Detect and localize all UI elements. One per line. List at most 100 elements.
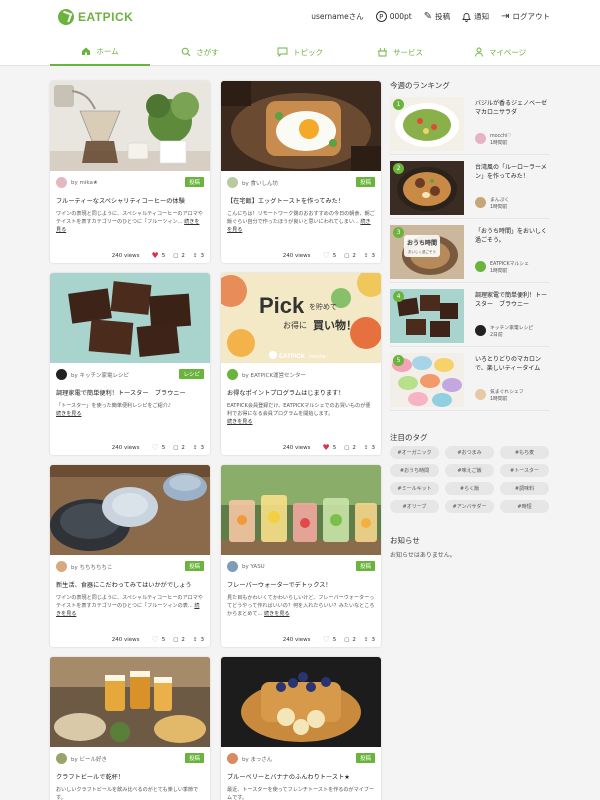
read-more-link[interactable]: 続きを見る bbox=[264, 611, 289, 617]
post-card[interactable]: by ちちちちちこ 投稿 新生活、食器にこだわってみてはいかがでしょう ワインの… bbox=[50, 465, 210, 647]
share-button[interactable]: ⇪ 3 bbox=[364, 445, 375, 451]
share-button[interactable]: ⇪ 3 bbox=[364, 637, 375, 643]
ranking-title: いろとりどりのマカロンで、楽しいティータイム bbox=[475, 356, 542, 372]
card-author[interactable]: by YASU bbox=[227, 561, 265, 572]
heart-icon: ♥ bbox=[322, 443, 330, 452]
card-author[interactable]: by キッチン家電レシピ bbox=[56, 369, 129, 380]
tag-chip[interactable]: #おつまみ bbox=[445, 446, 494, 459]
author-name: by EATPICK運営センター bbox=[242, 372, 307, 379]
post-card[interactable]: by mika★ 投稿 フルーティーなスペシャリティコーヒーの体験 ワインの表現… bbox=[50, 81, 210, 263]
promo-brand: EATPICK bbox=[279, 354, 306, 360]
post-card[interactable]: Pick を貯めて お得に 買い物！ EATPICK marche by EAT… bbox=[221, 273, 381, 455]
ranking-item[interactable]: 4 調理家電で簡単便利！トースター ブラウニー キッチン家電レシピ 2日前 bbox=[390, 287, 550, 347]
username[interactable]: usernameさん bbox=[311, 11, 364, 22]
read-more-link[interactable]: 続きを見る bbox=[227, 419, 252, 425]
avatar bbox=[56, 561, 67, 572]
tab-service[interactable]: サービス bbox=[350, 38, 450, 66]
share-button[interactable]: ⇪ 3 bbox=[364, 253, 375, 259]
category-badge: 投稿 bbox=[355, 561, 375, 571]
card-author[interactable]: by まっさん bbox=[227, 753, 272, 764]
like-button[interactable]: ♡ 5 bbox=[323, 635, 337, 644]
comment-button[interactable]: ▢ 2 bbox=[173, 445, 185, 451]
like-button[interactable]: ♡ 5 bbox=[323, 251, 337, 260]
tab-home[interactable]: ホーム bbox=[50, 38, 150, 66]
tag-chip[interactable]: #オーガニック bbox=[390, 446, 439, 459]
tag-chip[interactable]: #アンバサダー bbox=[445, 500, 494, 513]
card-title: 新生活、食器にこだわってみてはいかがでしょう bbox=[56, 582, 192, 589]
card-author[interactable]: by ビール好き bbox=[56, 753, 107, 764]
author-name: by YASU bbox=[242, 563, 265, 570]
card-author[interactable]: by mika★ bbox=[56, 177, 98, 188]
post-card[interactable]: by ビール好き 投稿 クラフトビールで乾杯！ おいしいクラフトビールを飲み比べ… bbox=[50, 657, 210, 800]
promo-line2b: 買い物！ bbox=[313, 318, 357, 332]
card-title: クラフトビールで乾杯！ bbox=[56, 774, 125, 781]
tag-chip[interactable]: #ミールキット bbox=[390, 482, 439, 495]
notification-button[interactable]: 通知 bbox=[462, 11, 489, 22]
tag-chip[interactable]: #トースター bbox=[500, 464, 549, 477]
card-stats: 240 views ♥ 5 ▢ 2 ⇪ 3 bbox=[112, 251, 204, 260]
share-icon: ⇪ bbox=[363, 252, 369, 259]
tag-chip[interactable]: #おうち時間 bbox=[390, 464, 439, 477]
share-button[interactable]: ⇪ 3 bbox=[193, 637, 204, 643]
post-card[interactable]: by まっさん 投稿 ブルーベリーとバナナのふんわりトースト★ 最近、トースター… bbox=[221, 657, 381, 800]
share-count: 3 bbox=[371, 252, 376, 259]
comment-button[interactable]: ▢ 2 bbox=[344, 637, 356, 643]
excerpt-text: ワインの表現と同じように、スペシャルティコーヒーのアロマやテイストを表すカテゴリ… bbox=[56, 211, 203, 225]
read-more-link[interactable]: 続きを見る bbox=[56, 411, 81, 417]
comment-button[interactable]: ▢ 2 bbox=[173, 637, 185, 643]
avatar bbox=[475, 325, 486, 336]
rank-number: 2 bbox=[393, 163, 404, 174]
share-button[interactable]: ⇪ 3 bbox=[193, 253, 204, 259]
comment-icon: ▢ bbox=[173, 444, 179, 451]
ranking-author: EATPICKマルシェ 1時間前 bbox=[475, 261, 529, 275]
post-card[interactable]: by キッチン家電レシピ レシピ 調理家電で簡単便利！トースター ブラウニー 「… bbox=[50, 273, 210, 455]
tag-chip[interactable]: #もち麦 bbox=[500, 446, 549, 459]
ranking-author: 気まぐれシェフ 1時間前 bbox=[475, 389, 524, 403]
card-author[interactable]: by 食いしん坊 bbox=[227, 177, 278, 188]
ranking-item[interactable]: おうち時間 おいしく過ごそう 3 「おうち時間」をおいしく過ごそう。 EATPI… bbox=[390, 223, 550, 283]
comment-button[interactable]: ▢ 2 bbox=[344, 445, 356, 451]
tag-chip[interactable]: #味えご飯 bbox=[445, 464, 494, 477]
card-author[interactable]: by EATPICK運営センター bbox=[227, 369, 306, 380]
ranking-item[interactable]: 5 いろとりどりのマカロンで、楽しいティータイム 気まぐれシェフ 1時間前 bbox=[390, 351, 550, 411]
category-badge: 投稿 bbox=[355, 753, 375, 763]
share-button[interactable]: ⇪ 3 bbox=[193, 445, 204, 451]
category-badge: 投稿 bbox=[184, 753, 204, 763]
share-count: 3 bbox=[200, 252, 205, 259]
tag-chip[interactable]: #時短 bbox=[500, 500, 549, 513]
comment-button[interactable]: ▢ 2 bbox=[344, 253, 356, 259]
tab-search[interactable]: さがす bbox=[150, 38, 250, 66]
ranking-item[interactable]: 1 バジルが香るジェノベーゼマカロニサラダ mocchi♡ 1時間前 bbox=[390, 95, 550, 155]
author-name: by キッチン家電レシピ bbox=[71, 372, 129, 379]
comment-button[interactable]: ▢ 2 bbox=[173, 253, 185, 259]
like-button[interactable]: ♡ 5 bbox=[152, 635, 166, 644]
comment-icon: ▢ bbox=[173, 636, 179, 643]
main-nav: ホーム さがす トピック サービス マイページ bbox=[50, 38, 550, 66]
like-button[interactable]: ♥ 5 bbox=[152, 251, 166, 260]
ranking-item[interactable]: 2 台湾風の「ルーローラーメン」を作ってみた！ まんぷく 1時間前 bbox=[390, 159, 550, 219]
post-card[interactable]: by 食いしん坊 投稿 【在宅飯】エッグトーストを作ってみた！ こんにちは！リモ… bbox=[221, 81, 381, 263]
points-link[interactable]: P 000pt bbox=[375, 11, 412, 22]
logo[interactable]: EATPICK bbox=[58, 9, 133, 25]
promo-line2a: お得に bbox=[283, 320, 307, 330]
tag-chip[interactable]: #調味料 bbox=[500, 482, 549, 495]
card-author[interactable]: by ちちちちちこ bbox=[56, 561, 113, 572]
tab-topic[interactable]: トピック bbox=[250, 38, 350, 66]
ranking-author-name: EATPICKマルシェ bbox=[490, 262, 529, 267]
post-button[interactable]: ✎ 投稿 bbox=[424, 11, 450, 22]
post-card[interactable]: by YASU 投稿 フレーバーウォーターでデトックス！ 見た目もかわいくてかわ… bbox=[221, 465, 381, 647]
like-button[interactable]: ♡ 5 bbox=[152, 443, 166, 452]
tag-chip[interactable]: #らく飯 bbox=[445, 482, 494, 495]
logout-button[interactable]: ⇥ ログアウト bbox=[501, 11, 550, 22]
tab-home-label: ホーム bbox=[96, 46, 119, 56]
tab-mypage[interactable]: マイページ bbox=[450, 38, 550, 66]
card-title: 調理家電で簡単便利！トースター ブラウニー bbox=[56, 390, 186, 397]
like-button[interactable]: ♥ 5 bbox=[323, 443, 337, 452]
points-value: 000pt bbox=[389, 12, 412, 21]
ranking-date: 1時間前 bbox=[490, 141, 508, 146]
card-title: フルーティーなスペシャリティコーヒーの体験 bbox=[56, 198, 185, 205]
category-badge: 投稿 bbox=[184, 177, 204, 187]
rank-number: 3 bbox=[393, 227, 404, 238]
tag-chip[interactable]: #オリーブ bbox=[390, 500, 439, 513]
tag-list: #オーガニック #おつまみ #もち麦 #おうち時間 #味えご飯 #トースター #… bbox=[390, 446, 550, 513]
